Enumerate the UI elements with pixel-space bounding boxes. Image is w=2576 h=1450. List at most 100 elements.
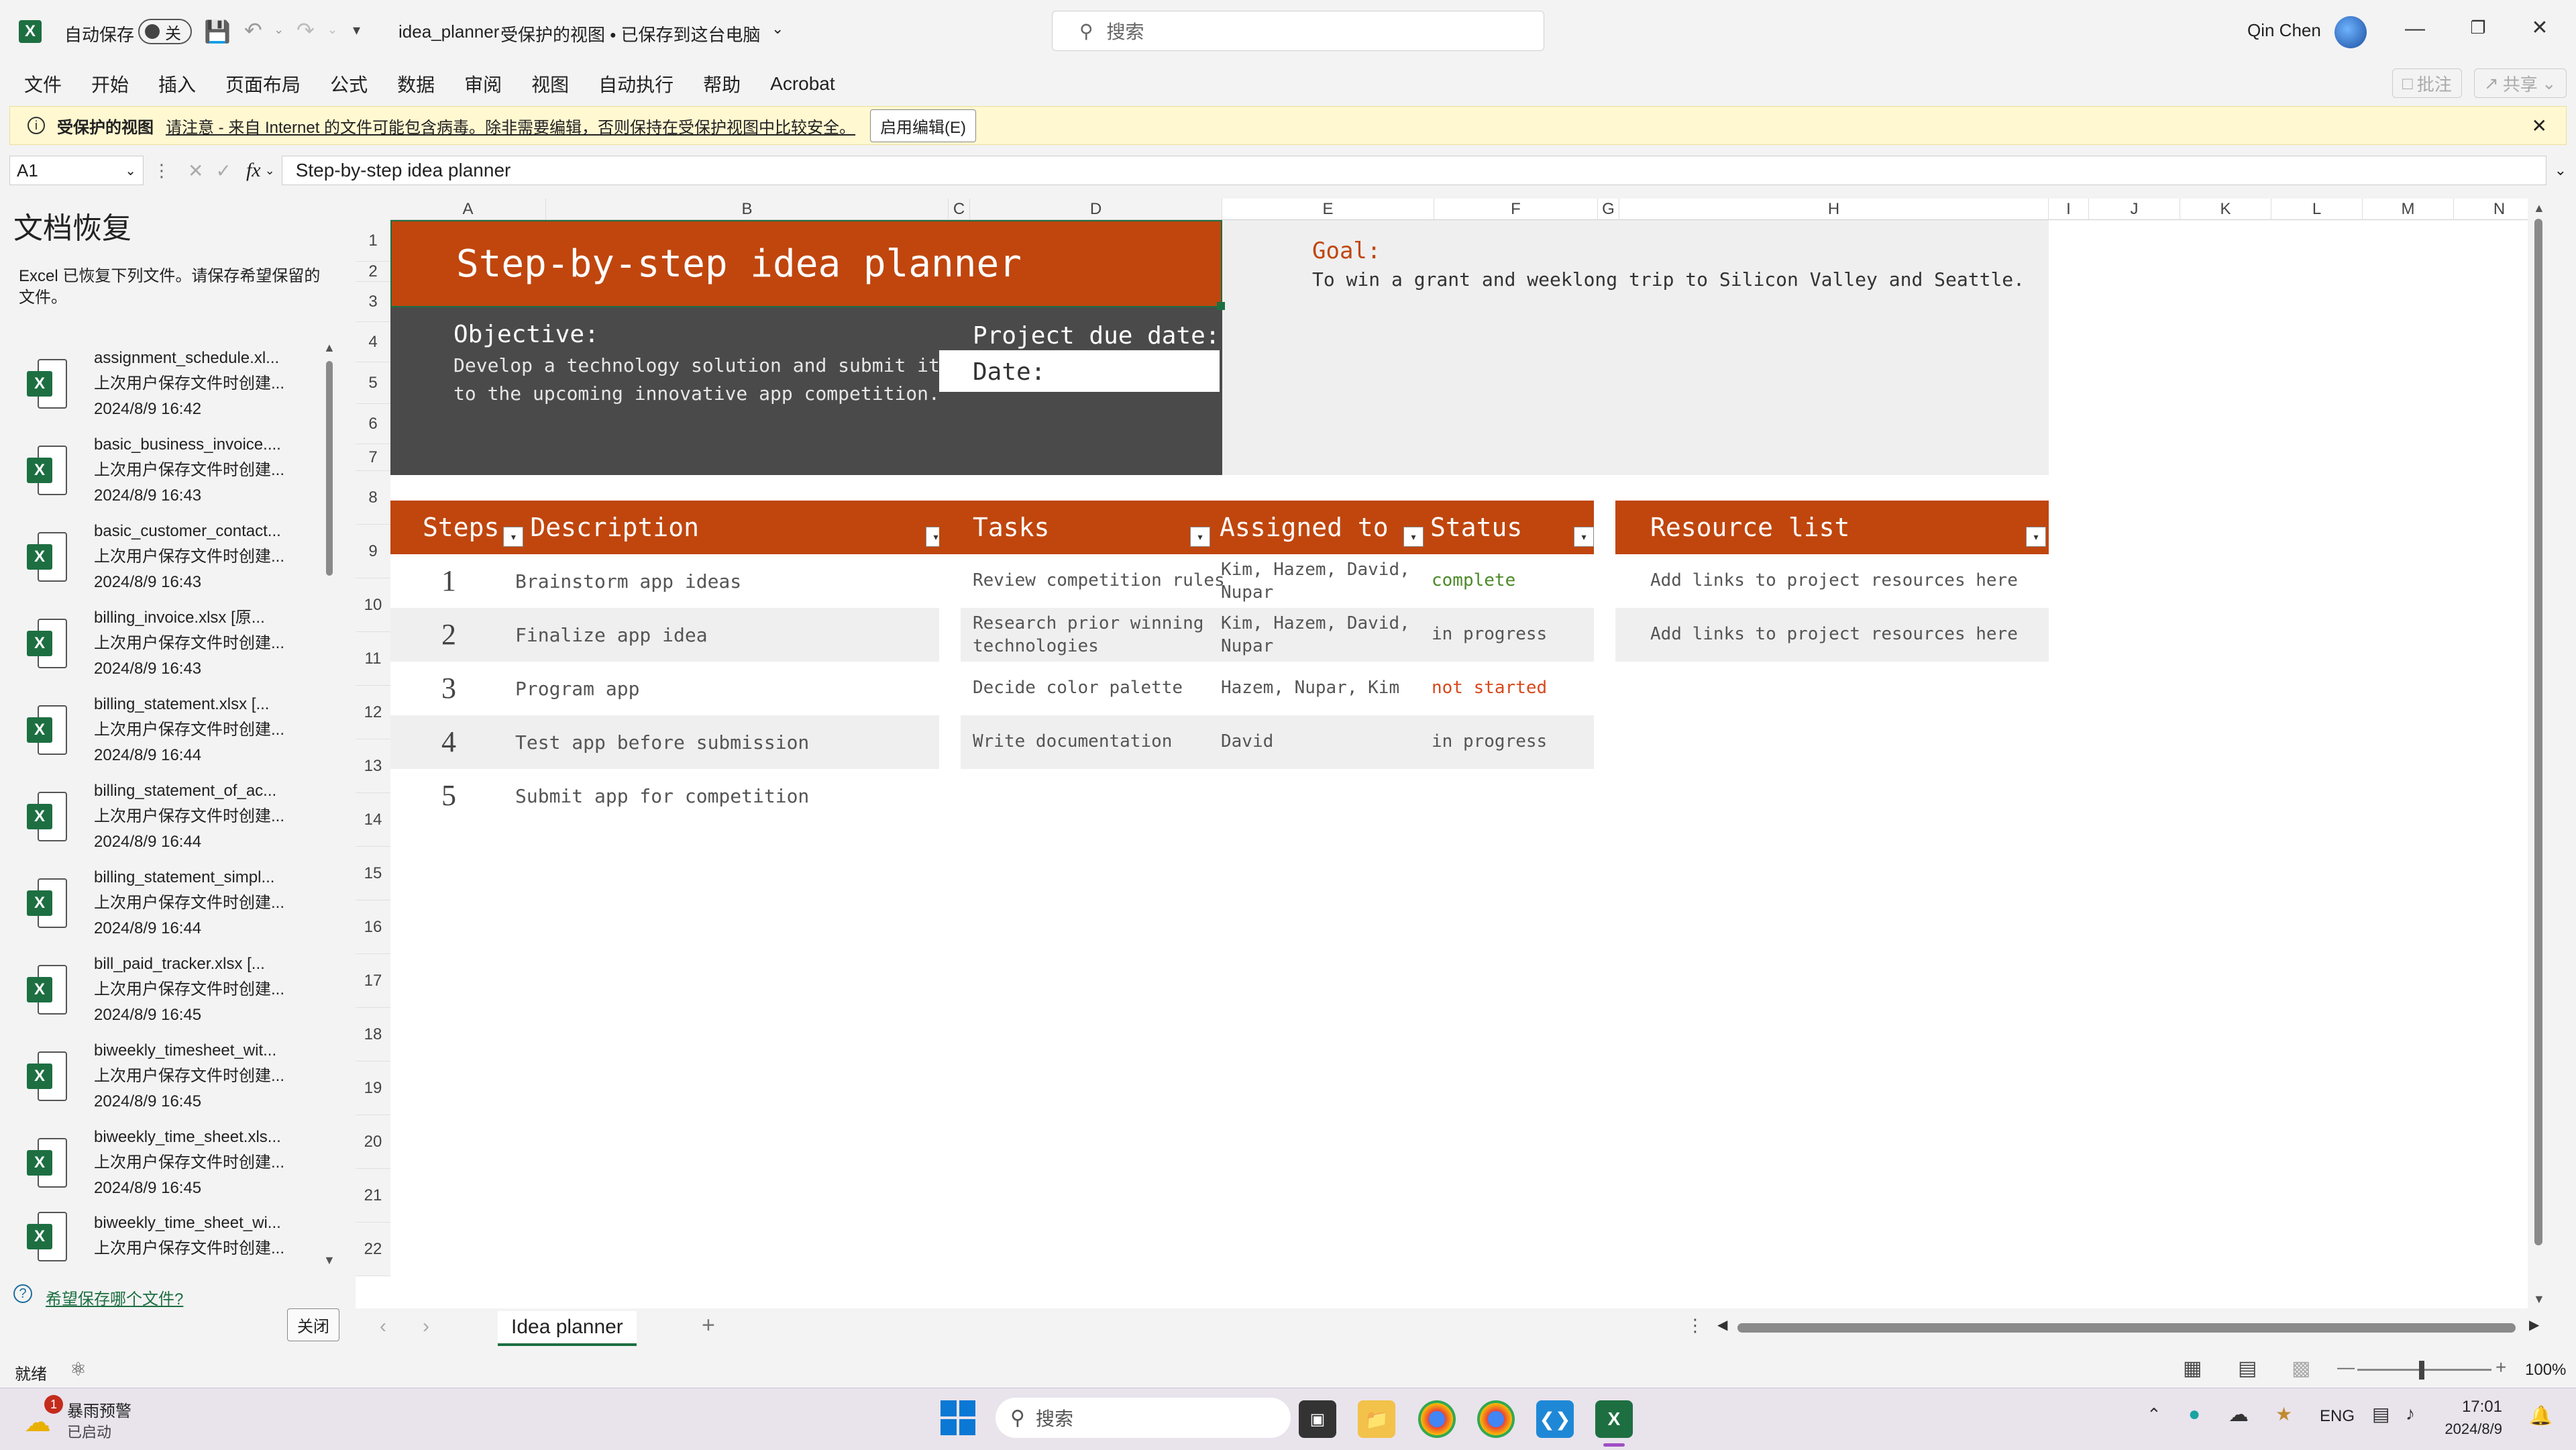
vscode-icon[interactable]: ❮❯ bbox=[1536, 1400, 1574, 1438]
recovery-file-item[interactable]: X basic_business_invoice.... 上次用户保存文件时创建.… bbox=[27, 427, 322, 513]
save-icon[interactable]: 💾 bbox=[204, 19, 231, 44]
table-row[interactable]: Add links to project resources here bbox=[1615, 554, 2049, 608]
column-header[interactable]: H bbox=[1619, 199, 2049, 220]
scroll-left-icon[interactable]: ◀ bbox=[1717, 1316, 1727, 1333]
enable-editing-button[interactable]: 启用编辑(E) bbox=[870, 109, 977, 142]
row-header[interactable]: 10 bbox=[356, 578, 390, 632]
menu-review[interactable]: 审阅 bbox=[464, 70, 502, 97]
undo-icon[interactable]: ↶ bbox=[244, 17, 262, 43]
edge-tray-icon[interactable]: ● bbox=[2188, 1403, 2200, 1426]
scroll-up-icon[interactable]: ▲ bbox=[2533, 201, 2545, 215]
name-box[interactable]: A1 ⌄ bbox=[9, 156, 144, 185]
prev-sheet-icon[interactable]: ‹ bbox=[380, 1315, 386, 1338]
language-indicator[interactable]: ENG bbox=[2320, 1407, 2355, 1426]
task-view-icon[interactable]: ▣ bbox=[1299, 1400, 1336, 1438]
customize-toolbar-icon[interactable]: ▾ bbox=[353, 21, 360, 39]
table-row[interactable]: Write documentation David in progress bbox=[939, 715, 1594, 769]
row-header[interactable]: 1 bbox=[356, 220, 390, 262]
chrome-profile-icon[interactable] bbox=[1477, 1400, 1515, 1438]
restore-button[interactable]: ❐ bbox=[2451, 17, 2505, 38]
table-row[interactable]: Research prior winning technologies Kim, … bbox=[939, 608, 1594, 662]
cancel-icon[interactable]: ✕ bbox=[188, 160, 203, 182]
row-header[interactable]: 14 bbox=[356, 793, 390, 847]
row-header[interactable]: 7 bbox=[356, 444, 390, 471]
chevron-down-icon[interactable]: ⌄ bbox=[265, 164, 275, 178]
select-all-corner[interactable] bbox=[356, 199, 390, 221]
horizontal-scroll-thumb[interactable] bbox=[1737, 1323, 2516, 1333]
enter-icon[interactable]: ✓ bbox=[215, 160, 231, 182]
start-button[interactable] bbox=[941, 1400, 975, 1435]
redo-icon[interactable]: ↷ bbox=[297, 17, 315, 43]
recovery-file-item[interactable]: X billing_statement.xlsx [... 上次用户保存文件时创建… bbox=[27, 687, 322, 773]
menu-home[interactable]: 开始 bbox=[91, 70, 129, 97]
add-sheet-icon[interactable]: + bbox=[702, 1312, 715, 1339]
table-row[interactable]: 3 Program app bbox=[390, 662, 949, 715]
user-name[interactable]: Qin Chen bbox=[2247, 20, 2321, 41]
expand-formula-bar-icon[interactable]: ⌄ bbox=[2555, 162, 2567, 179]
menu-file[interactable]: 文件 bbox=[24, 70, 62, 97]
column-header[interactable]: K bbox=[2180, 199, 2271, 220]
normal-view-icon[interactable]: ▦ bbox=[2183, 1357, 2202, 1380]
recovery-file-item[interactable]: X biweekly_time_sheet_wi... 上次用户保存文件时创建..… bbox=[27, 1206, 322, 1267]
table-row[interactable]: Review competition rules Kim, Hazem, Dav… bbox=[939, 554, 1594, 608]
column-header[interactable]: B bbox=[546, 199, 949, 220]
menu-help[interactable]: 帮助 bbox=[703, 70, 741, 97]
column-header[interactable]: J bbox=[2089, 199, 2180, 220]
more-options-icon[interactable]: ⋮ bbox=[1686, 1315, 1704, 1336]
row-header[interactable]: 22 bbox=[356, 1223, 390, 1276]
notification-icon[interactable]: 🔔 bbox=[2529, 1404, 2553, 1427]
avatar[interactable] bbox=[2334, 16, 2367, 48]
column-header[interactable]: G bbox=[1598, 199, 1619, 220]
menu-view[interactable]: 视图 bbox=[531, 70, 569, 97]
accessibility-icon[interactable]: ⚛ bbox=[70, 1358, 87, 1380]
file-explorer-icon[interactable]: 📁 bbox=[1358, 1400, 1395, 1438]
table-row[interactable]: Add links to project resources here bbox=[1615, 608, 2049, 662]
excel-taskbar-icon[interactable]: X bbox=[1595, 1400, 1633, 1438]
row-header[interactable]: 2 bbox=[356, 262, 390, 282]
sheet-tab-idea-planner[interactable]: Idea planner bbox=[498, 1311, 637, 1346]
scroll-down-icon[interactable]: ▼ bbox=[2533, 1292, 2545, 1306]
clock-time[interactable]: 17:01 bbox=[2442, 1398, 2502, 1416]
scroll-up-icon[interactable]: ▲ bbox=[323, 341, 335, 355]
vertical-scroll-thumb[interactable] bbox=[2534, 219, 2542, 1245]
row-header[interactable]: 5 bbox=[356, 362, 390, 404]
minimize-button[interactable]: — bbox=[2388, 17, 2442, 40]
undo-dropdown-icon[interactable]: ⌄ bbox=[274, 23, 284, 37]
filter-dropdown-icon[interactable]: ▾ bbox=[2026, 527, 2046, 547]
recovery-file-item[interactable]: X biweekly_time_sheet.xls... 上次用户保存文件时创建.… bbox=[27, 1120, 322, 1206]
taskbar-search[interactable]: ⚲ 搜索 bbox=[996, 1398, 1291, 1438]
due-date-field[interactable]: Date: bbox=[939, 350, 1220, 392]
recovery-file-item[interactable]: X billing_invoice.xlsx [原... 上次用户保存文件时创建.… bbox=[27, 601, 322, 686]
filter-dropdown-icon[interactable]: ▾ bbox=[1190, 527, 1210, 547]
network-icon[interactable]: ▤ bbox=[2372, 1403, 2390, 1425]
zoom-out-icon[interactable]: — bbox=[2337, 1357, 2355, 1378]
row-header[interactable]: 15 bbox=[356, 847, 390, 900]
row-header[interactable]: 9 bbox=[356, 525, 390, 578]
filter-dropdown-icon[interactable]: ▾ bbox=[503, 527, 524, 547]
menu-insert[interactable]: 插入 bbox=[158, 70, 196, 97]
recovery-scrollbar-thumb[interactable] bbox=[326, 361, 333, 576]
column-header[interactable]: E bbox=[1222, 199, 1434, 220]
comments-button[interactable]: □ 批注 bbox=[2392, 68, 2462, 98]
row-header[interactable]: 11 bbox=[356, 632, 390, 686]
formula-input[interactable]: Step-by-step idea planner bbox=[281, 156, 2546, 185]
filter-dropdown-icon[interactable]: ▾ bbox=[1403, 527, 1424, 547]
page-layout-view-icon[interactable]: ▤ bbox=[2238, 1357, 2257, 1380]
row-header[interactable]: 4 bbox=[356, 322, 390, 362]
menu-data[interactable]: 数据 bbox=[397, 70, 435, 97]
page-break-view-icon[interactable]: ▩ bbox=[2292, 1357, 2310, 1380]
insert-function-icon[interactable]: fx bbox=[246, 159, 261, 182]
menu-acrobat[interactable]: Acrobat bbox=[770, 73, 835, 95]
close-icon[interactable]: ✕ bbox=[2532, 115, 2547, 137]
row-header[interactable]: 8 bbox=[356, 471, 390, 525]
recovery-file-item[interactable]: X assignment_schedule.xl... 上次用户保存文件时创建..… bbox=[27, 341, 322, 427]
clock-date[interactable]: 2024/8/9 bbox=[2435, 1420, 2502, 1438]
next-sheet-icon[interactable]: › bbox=[423, 1315, 429, 1338]
row-header[interactable]: 21 bbox=[356, 1169, 390, 1223]
recovery-file-item[interactable]: X bill_paid_tracker.xlsx [... 上次用户保存文件时创建… bbox=[27, 947, 322, 1033]
search-box[interactable]: ⚲ 搜索 bbox=[1052, 11, 1544, 51]
column-header[interactable]: C bbox=[949, 199, 970, 220]
scroll-right-icon[interactable]: ▶ bbox=[2529, 1316, 2539, 1333]
recovery-close-button[interactable]: 关闭 bbox=[287, 1308, 339, 1341]
filter-dropdown-icon[interactable]: ▾ bbox=[1574, 527, 1594, 547]
